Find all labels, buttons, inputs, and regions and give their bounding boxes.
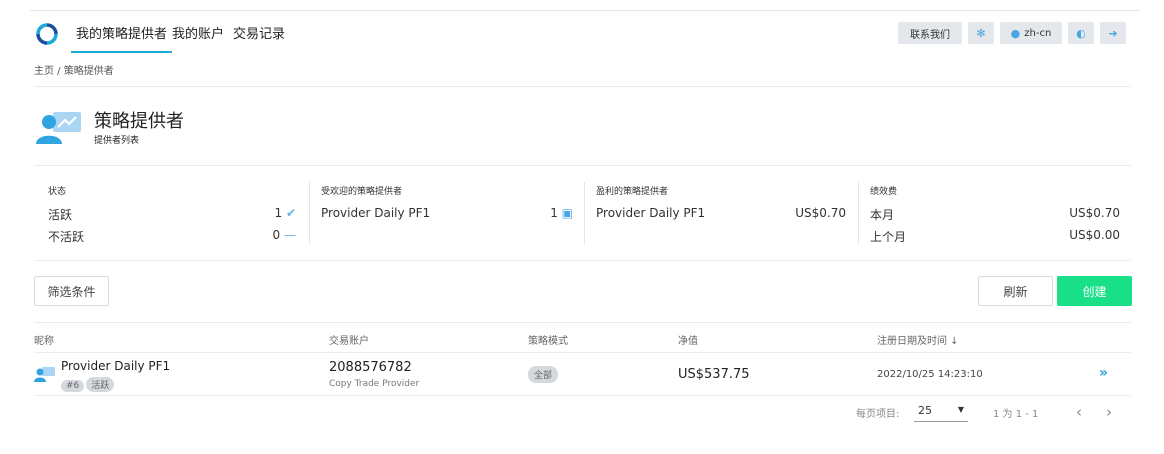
this-month-fee: US$0.70 xyxy=(1069,206,1120,220)
per-page-select[interactable]: 25 ▼ xyxy=(914,400,968,422)
tab-trade-history[interactable]: 交易记录 xyxy=(233,23,285,42)
profitable-provider-name[interactable]: Provider Daily PF1 xyxy=(596,206,705,220)
provider-icon xyxy=(36,112,81,144)
active-count: 1 ✔ xyxy=(274,206,296,220)
account-number: 2088576782 xyxy=(329,360,412,375)
filter-button[interactable]: 筛选条件 xyxy=(34,276,109,306)
column-strategy-mode[interactable]: 策略模式 xyxy=(528,332,568,347)
column-trading-account[interactable]: 交易账户 xyxy=(329,332,369,347)
equity-value: US$537.75 xyxy=(678,367,750,382)
last-month-fee: US$0.00 xyxy=(1069,228,1120,242)
breadcrumb: 主页 / 策略提供者 xyxy=(34,66,114,77)
popular-provider-name[interactable]: Provider Daily PF1 xyxy=(321,206,430,220)
registered-datetime: 2022/10/25 14:23:10 xyxy=(877,369,983,380)
inactive-label: 不活跃 xyxy=(48,230,85,244)
refresh-button[interactable]: 刷新 xyxy=(978,276,1053,306)
tab-my-accounts[interactable]: 我的账户 xyxy=(172,23,224,42)
theme-toggle-button[interactable]: ◐ xyxy=(1068,22,1094,44)
per-page-value: 25 xyxy=(918,404,932,417)
fee-stats: 绩效费 本月 US$0.70 上个月 US$0.00 xyxy=(870,184,1120,244)
popular-label: 受欢迎的策略提供者 xyxy=(321,187,403,197)
profitable-label: 盈利的策略提供者 xyxy=(596,187,669,197)
page-subtitle: 提供者列表 xyxy=(94,136,140,146)
divider xyxy=(34,165,1131,166)
stats-separator xyxy=(309,182,310,244)
popular-count: 1 ▣ xyxy=(550,206,573,220)
active-label: 活跃 xyxy=(48,208,73,222)
prev-page-icon[interactable]: ‹ xyxy=(1076,403,1082,421)
status-stats: 状态 活跃 1 ✔ 不活跃 0 — xyxy=(48,184,300,244)
profitable-amount: US$0.70 xyxy=(795,206,846,220)
id-badge: #6 xyxy=(61,380,85,392)
check-circle-icon: ✔ xyxy=(285,206,296,220)
popular-stats: 受欢迎的策略提供者 Provider Daily PF1 1 ▣ xyxy=(321,184,573,244)
next-page-icon[interactable]: › xyxy=(1106,403,1112,421)
create-label: 创建 xyxy=(1082,284,1107,299)
page-title: 策略提供者 xyxy=(94,111,184,132)
page-range: 1 为 1 - 1 xyxy=(993,409,1039,420)
divider xyxy=(34,260,1131,261)
row-detail-chevron-icon[interactable]: » xyxy=(1099,365,1108,381)
column-nickname[interactable]: 昵称 xyxy=(34,332,54,347)
stats-separator xyxy=(584,182,585,244)
divider xyxy=(34,395,1131,396)
per-page-label: 每页项目: xyxy=(856,409,900,420)
gear-icon: ✻ xyxy=(976,26,986,40)
strategy-mode: 全部 xyxy=(528,366,560,383)
provider-row-icon xyxy=(34,367,55,382)
logout-icon: ➜ xyxy=(1108,26,1118,40)
logout-button[interactable]: ➜ xyxy=(1100,22,1126,44)
inactive-count: 0 — xyxy=(273,228,296,242)
globe-icon: ● xyxy=(1010,26,1021,40)
divider xyxy=(34,322,1131,323)
this-month-label: 本月 xyxy=(870,208,895,222)
inactive-count-value: 0 xyxy=(272,228,281,242)
tab-my-strategy-providers[interactable]: 我的策略提供者 xyxy=(70,23,173,53)
refresh-label: 刷新 xyxy=(1003,284,1028,299)
column-equity[interactable]: 净值 xyxy=(678,332,698,347)
popular-count-value: 1 xyxy=(550,206,558,220)
logo-icon xyxy=(36,23,58,45)
filter-label: 筛选条件 xyxy=(47,284,96,299)
contact-us-label: 联系我们 xyxy=(910,29,950,41)
language-label: zh-cn xyxy=(1024,27,1052,39)
dash-icon: — xyxy=(284,228,296,242)
fee-label: 绩效费 xyxy=(870,187,898,197)
status-label: 状态 xyxy=(48,187,67,197)
contrast-icon: ◐ xyxy=(1076,26,1086,40)
status-badge: 活跃 xyxy=(86,377,115,392)
contact-us-button[interactable]: 联系我们 xyxy=(898,22,962,44)
profitable-stats: 盈利的策略提供者 Provider Daily PF1 US$0.70 xyxy=(596,184,846,244)
column-registered-datetime[interactable]: 注册日期及时间 ↓ xyxy=(877,332,959,347)
provider-small-icon: ▣ xyxy=(561,206,573,220)
create-button[interactable]: 创建 xyxy=(1057,276,1132,306)
provider-name[interactable]: Provider Daily PF1 xyxy=(61,359,170,373)
mode-badge: 全部 xyxy=(528,366,559,383)
divider xyxy=(34,86,1131,87)
last-month-label: 上个月 xyxy=(870,230,907,244)
stats-separator xyxy=(858,182,859,244)
provider-tags: #6 活跃 xyxy=(61,377,116,392)
top-nav-bar: 我的策略提供者 我的账户 交易记录 联系我们 ✻ ● zh-cn ◐ ➜ xyxy=(30,10,1140,54)
language-button[interactable]: ● zh-cn xyxy=(1000,22,1062,44)
settings-button[interactable]: ✻ xyxy=(968,22,994,44)
account-type: Copy Trade Provider xyxy=(329,379,420,389)
divider xyxy=(34,352,1131,353)
caret-down-icon: ▼ xyxy=(957,405,964,414)
active-count-value: 1 xyxy=(274,206,283,220)
